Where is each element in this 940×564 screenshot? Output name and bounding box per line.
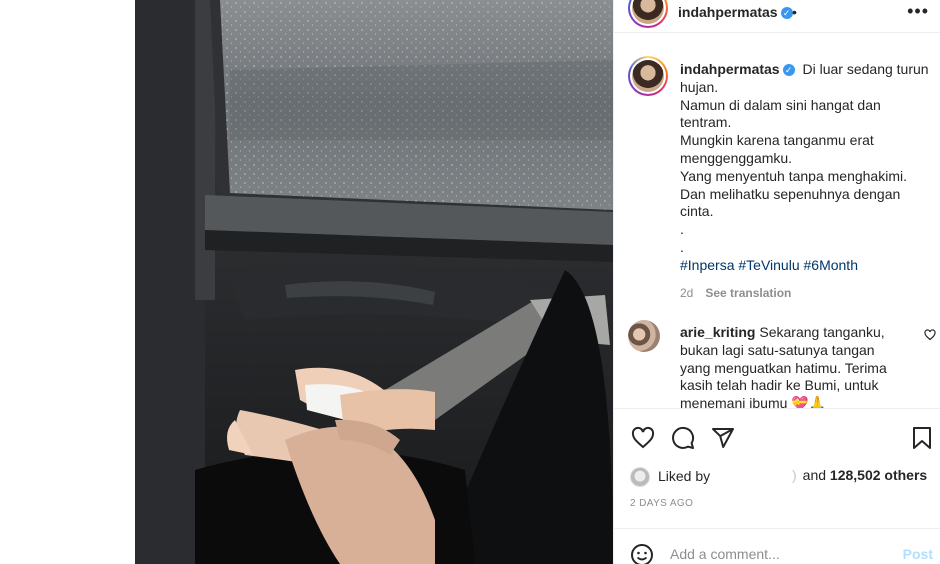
- author-username[interactable]: indahpermatas ✓: [678, 4, 793, 20]
- caption-line-3: Mungkin karena tanganmu erat menggenggam…: [680, 132, 874, 166]
- car-window-baby-photo: [135, 0, 613, 564]
- save-bookmark-icon[interactable]: [911, 426, 933, 450]
- caption-meta: 2d See translation: [680, 285, 930, 303]
- likes-fragment: ): [792, 467, 797, 483]
- verified-badge-icon: ✓: [780, 7, 793, 19]
- header-separator: •: [792, 4, 797, 20]
- caption-verified-badge-icon: ✓: [782, 64, 795, 76]
- post-actions: Liked by ) and 128,502 others 2 DAYS AGO: [614, 408, 940, 528]
- comment-body: arie_kriting Sekarang tanganku, bukan la…: [680, 324, 890, 408]
- caption-line-2: Namun di dalam sini hangat dan tentram.: [680, 96, 881, 131]
- commenter-avatar[interactable]: [628, 320, 660, 352]
- likes-and: and: [802, 467, 827, 483]
- post-photo[interactable]: [135, 0, 613, 564]
- liked-by-prefix: Liked by: [658, 468, 711, 484]
- comment-bubble-icon[interactable]: [671, 426, 695, 450]
- comment-like-heart-icon[interactable]: [924, 328, 936, 341]
- emoji-smiley-icon[interactable]: [630, 543, 654, 564]
- author-username-text[interactable]: indahpermatas: [678, 4, 778, 20]
- caption-age[interactable]: 2d: [680, 286, 693, 300]
- caption-line-4: Yang menyentuh tanpa menghakimi.: [680, 167, 907, 184]
- caption-hashtags[interactable]: #Inpersa #TeVinulu #6Month: [680, 257, 858, 273]
- add-comment-bar: Add a comment... Post: [614, 528, 940, 564]
- caption-author-avatar[interactable]: [628, 56, 668, 96]
- caption-line-5: Dan melihatku sepenuhnya dengan cinta.: [680, 185, 901, 220]
- share-paper-plane-icon[interactable]: [711, 426, 735, 450]
- instagram-post-modal: indahpermatas ✓ • ••• indahpermatas ✓ Di l…: [0, 0, 940, 564]
- likes-summary: Liked by ) and 128,502 others: [630, 467, 927, 487]
- more-horizontal-icon[interactable]: •••: [907, 1, 929, 22]
- caption-line-6: .: [680, 221, 684, 238]
- caption-username-text[interactable]: indahpermatas: [680, 61, 780, 77]
- caption-username[interactable]: indahpermatas ✓: [680, 61, 795, 77]
- liker-avatar[interactable]: [630, 467, 650, 487]
- post-header: indahpermatas ✓ • •••: [614, 0, 940, 33]
- caption-body: indahpermatas ✓ Di luar sedang turun huja…: [680, 61, 930, 302]
- like-heart-icon[interactable]: [631, 426, 655, 450]
- comments-scroll-area[interactable]: indahpermatas ✓ Di luar sedang turun huja…: [614, 34, 940, 408]
- post-side-panel: indahpermatas ✓ • ••• indahpermatas ✓ Di l…: [613, 0, 940, 564]
- see-translation-link[interactable]: See translation: [705, 286, 791, 300]
- post-timestamp[interactable]: 2 DAYS AGO: [630, 498, 693, 509]
- author-avatar[interactable]: [628, 0, 668, 28]
- likes-count-line[interactable]: ) and 128,502 others: [792, 467, 927, 483]
- post-comment-button[interactable]: Post: [903, 546, 933, 562]
- likes-count[interactable]: 128,502 others: [830, 467, 927, 483]
- add-comment-input[interactable]: Add a comment...: [670, 546, 780, 562]
- caption-line-7: .: [680, 238, 684, 255]
- commenter-username[interactable]: arie_kriting: [680, 324, 755, 340]
- left-margin: [0, 0, 135, 564]
